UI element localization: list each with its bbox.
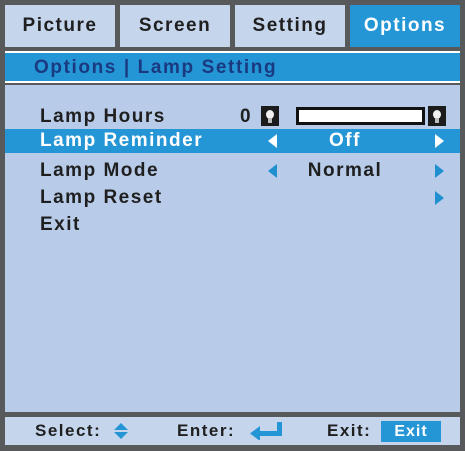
footer-hint-bar: Select: Enter: Exit: Exit (5, 417, 460, 445)
tab-picture[interactable]: Picture (5, 5, 115, 47)
triangle-right-icon[interactable] (435, 164, 444, 178)
lamp-bulb-icon (261, 106, 279, 126)
tab-setting[interactable]: Setting (235, 5, 345, 47)
lamp-mode-value: Normal (307, 160, 383, 181)
lamp-reset-label: Lamp Reset (40, 187, 163, 208)
menu-content: Lamp Hours 0 Lamp Reminder Off Lamp Mode… (5, 85, 460, 412)
lamp-mode-label: Lamp Mode (40, 160, 160, 181)
triangle-right-icon[interactable] (435, 134, 444, 148)
exit-key-badge[interactable]: Exit (381, 421, 441, 442)
tab-options[interactable]: Options (350, 5, 460, 47)
lamp-reminder-value: Off (329, 130, 361, 151)
tab-bar: Picture Screen Setting Options (5, 5, 460, 47)
footer-select-label: Select: (35, 421, 102, 440)
menu-item-lamp-reset[interactable]: Lamp Reset (5, 186, 460, 210)
lamp-reminder-label: Lamp Reminder (40, 130, 204, 151)
menu-title-bar: Options | Lamp Setting (5, 51, 460, 83)
lamp-bulb-icon (428, 106, 446, 126)
menu-item-lamp-mode[interactable]: Lamp Mode Normal (5, 159, 460, 183)
osd-menu: Picture Screen Setting Options Options |… (0, 0, 465, 451)
up-down-arrows-icon (114, 423, 128, 439)
menu-item-exit[interactable]: Exit (5, 213, 460, 237)
lamp-hours-bar (296, 107, 425, 125)
lamp-hours-label: Lamp Hours (40, 106, 166, 127)
footer-enter-label: Enter: (177, 421, 236, 440)
enter-return-icon (250, 422, 286, 441)
tab-screen[interactable]: Screen (120, 5, 230, 47)
menu-item-lamp-hours[interactable]: Lamp Hours 0 (5, 105, 460, 129)
footer-exit-label: Exit: (327, 421, 372, 440)
menu-item-lamp-reminder[interactable]: Lamp Reminder Off (5, 129, 460, 153)
lamp-hours-value: 0 (240, 106, 253, 127)
menu-title: Options | Lamp Setting (34, 57, 278, 78)
exit-label: Exit (40, 214, 81, 235)
triangle-right-icon[interactable] (435, 191, 444, 205)
